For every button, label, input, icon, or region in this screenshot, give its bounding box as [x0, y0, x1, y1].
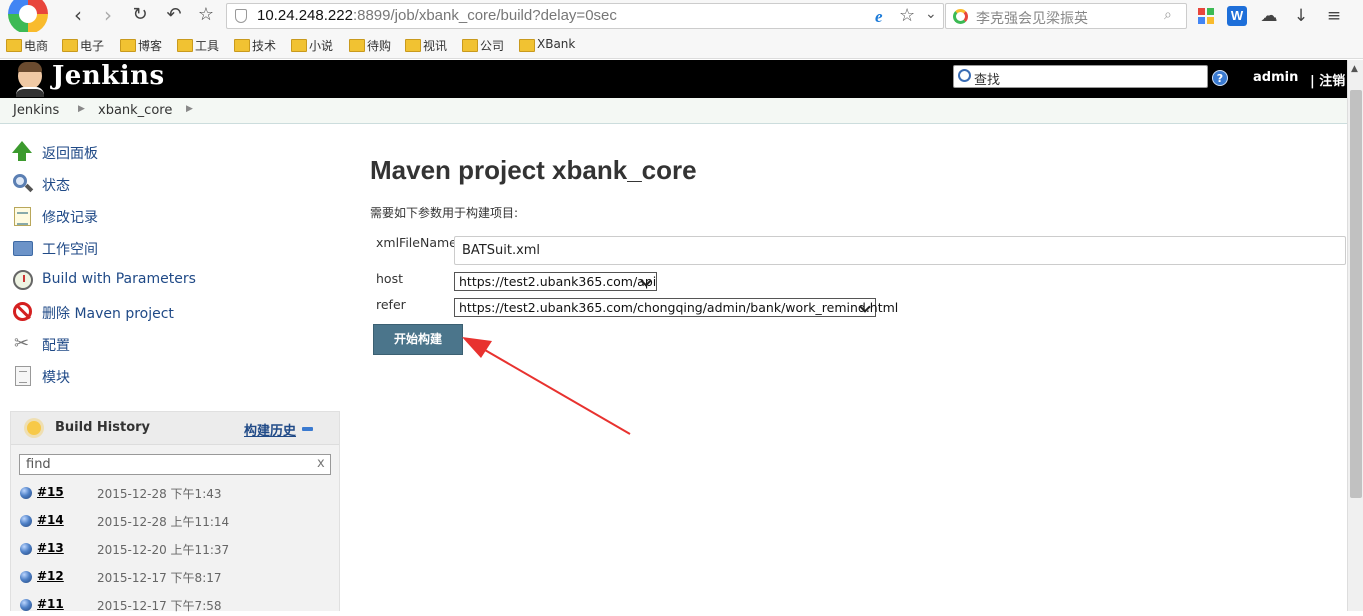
annotation-arrow-head [462, 337, 492, 358]
annotation-arrow-icon [462, 337, 631, 435]
annotation-arrow-shaft [477, 345, 631, 435]
